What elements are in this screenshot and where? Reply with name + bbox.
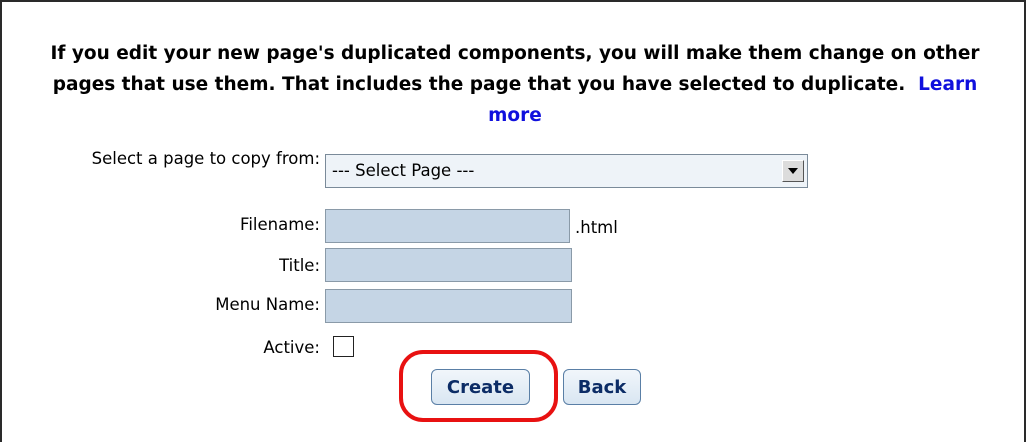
active-checkbox[interactable] <box>333 336 354 357</box>
menu-name-label: Menu Name: <box>215 295 320 314</box>
dropdown-arrow-icon[interactable] <box>782 160 804 182</box>
title-label: Title: <box>279 256 320 275</box>
back-button[interactable]: Back <box>563 369 641 405</box>
filename-input[interactable] <box>325 209 570 243</box>
active-label: Active: <box>263 338 320 357</box>
create-button[interactable]: Create <box>431 369 530 405</box>
title-input[interactable] <box>325 248 572 282</box>
duplicate-warning: If you edit your new page's duplicated c… <box>40 38 990 131</box>
page-select[interactable]: --- Select Page --- <box>325 154 808 188</box>
menu-name-input[interactable] <box>325 289 572 323</box>
filename-suffix: .html <box>575 218 618 237</box>
warning-text: If you edit your new page's duplicated c… <box>50 43 980 95</box>
page-select-value: --- Select Page --- <box>332 161 475 180</box>
filename-label: Filename: <box>240 215 320 234</box>
select-page-label: Select a page to copy from: <box>91 149 320 168</box>
